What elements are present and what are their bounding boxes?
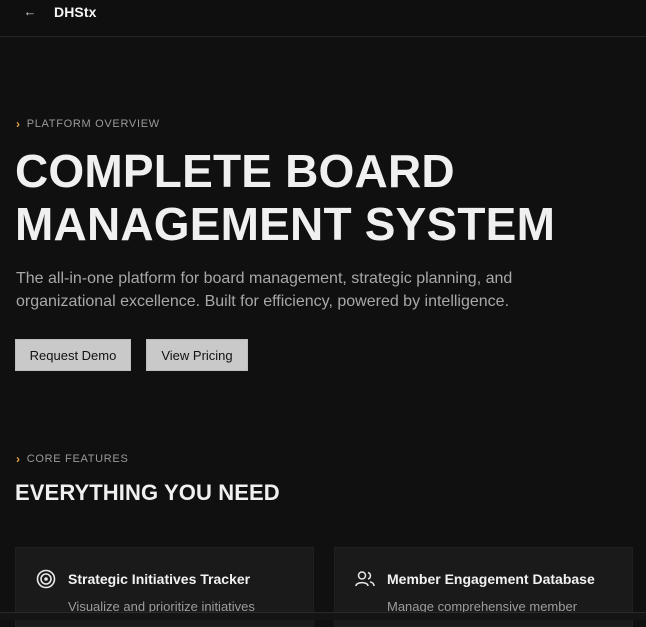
features-title: EVERYTHING YOU NEED [15,480,280,505]
feature-card-title: Member Engagement Database [387,571,595,587]
eyebrow-label: PLATFORM OVERVIEW [26,118,160,130]
users-icon [355,571,375,587]
hero-title: COMPLETE BOARD MANAGEMENT SYSTEM [15,145,635,251]
chevron-right-icon: › [16,117,21,131]
target-icon [36,569,56,589]
bottom-edge [0,612,646,620]
eyebrow-label: CORE FEATURES [26,453,129,465]
arrow-left-icon[interactable]: ← [22,4,38,20]
hero-subtitle-line-2: organizational excellence. Built for eff… [16,293,510,310]
chevron-right-icon: › [16,452,21,466]
top-bar: ← DHStx [0,0,646,37]
brand-name[interactable]: DHStx [54,4,97,20]
platform-overview-eyebrow: › PLATFORM OVERVIEW [16,117,160,131]
hero-subtitle: The all-in-one platform for board manage… [16,267,616,313]
view-pricing-button[interactable]: View Pricing [146,339,248,371]
hero-title-line-2: MANAGEMENT SYSTEM [15,198,556,250]
request-demo-button[interactable]: Request Demo [15,339,131,371]
core-features-eyebrow: › CORE FEATURES [16,452,129,466]
hero-title-line-1: COMPLETE BOARD [15,145,455,197]
hero-subtitle-line-1: The all-in-one platform for board manage… [16,270,513,287]
feature-card-title: Strategic Initiatives Tracker [68,571,251,587]
